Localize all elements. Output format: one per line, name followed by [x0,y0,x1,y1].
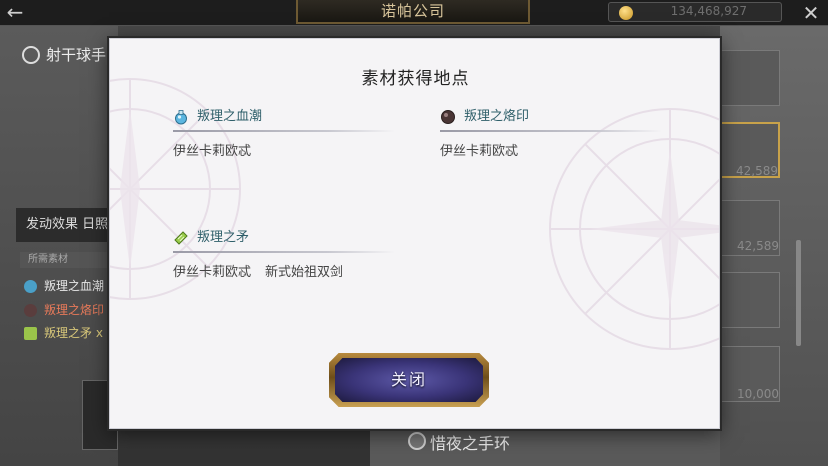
source-link[interactable]: 伊丝卡莉欧忒 [173,144,251,159]
coin-icon [619,6,633,20]
bg-material-row: 叛理之烙印 [22,300,118,320]
bg-material-label: 叛理之矛 x [44,326,103,340]
skill-title: 射干球手 [22,44,118,65]
green-ticket-icon [24,327,37,340]
divider [173,251,395,253]
bracelet-icon [408,432,426,450]
effect-label: 发动效果 日照 [16,208,118,242]
dialog-title: 素材获得地点 [361,69,470,89]
close-button-label: 关闭 [390,370,427,389]
material-header: 叛理之血潮 [173,107,397,127]
material-name: 叛理之烙印 [464,109,530,124]
source-link[interactable]: 伊丝卡莉欧忒 [440,144,518,159]
blue-potion-icon [24,280,37,293]
skill-title-text: 射干球手 [46,46,107,64]
right-slot[interactable]: 42,589 [720,200,780,256]
close-button-face: 关闭 [335,358,483,402]
bottom-item-label: 惜夜之手环 [430,434,511,453]
material-sources: 伊丝卡莉欧忒 [173,140,251,159]
slot-value: 42,589 [736,164,778,178]
material-sources: 伊丝卡莉欧忒 新式始祖双剑 [173,261,343,280]
material-header: 叛理之矛 [173,228,397,248]
top-bar: ← 诺帕公司 134,468,927 ✕ [0,0,828,26]
material-name: 叛理之血潮 [197,109,263,124]
green-ticket-icon [174,231,188,245]
materials-header: 所需素材 [20,252,118,268]
right-slot[interactable]: 10,000 [720,346,780,402]
source-link[interactable]: 伊丝卡莉欧忒 [173,265,251,280]
divider [173,130,395,132]
screen-title: 诺帕公司 [296,0,530,24]
bg-material-row: 叛理之矛 x [22,323,118,343]
close-button[interactable]: 关闭 [329,353,489,407]
material-header: 叛理之烙印 [440,107,664,127]
bg-material-label: 叛理之血潮 [44,279,105,293]
right-slot[interactable] [720,50,780,106]
currency-display: 134,468,927 [608,2,782,22]
slot-value: 10,000 [737,387,779,401]
back-arrow-icon[interactable]: ← [0,0,30,26]
material-source-dialog: 素材获得地点 叛理之血潮 伊丝卡莉欧忒 叛理之烙印 伊丝卡莉欧忒 叛理之矛 伊丝… [109,38,720,429]
right-slot[interactable] [720,272,780,328]
right-slot-selected[interactable]: 42,589 [720,122,780,178]
blue-potion-icon [175,110,187,125]
divider [440,130,662,132]
currency-value: 134,468,927 [670,4,747,18]
dark-orb-icon [24,304,37,317]
bg-material-row: 叛理之血潮 [22,276,118,296]
close-icon[interactable]: ✕ [796,0,826,26]
dark-orb-icon [441,110,455,124]
bg-material-label: 叛理之烙印 [44,303,105,317]
material-sources: 伊丝卡莉欧忒 [440,140,518,159]
source-link[interactable]: 新式始祖双剑 [265,265,343,280]
material-name: 叛理之矛 [197,230,250,245]
scrollbar[interactable] [796,240,801,346]
slot-value: 42,589 [737,239,779,253]
